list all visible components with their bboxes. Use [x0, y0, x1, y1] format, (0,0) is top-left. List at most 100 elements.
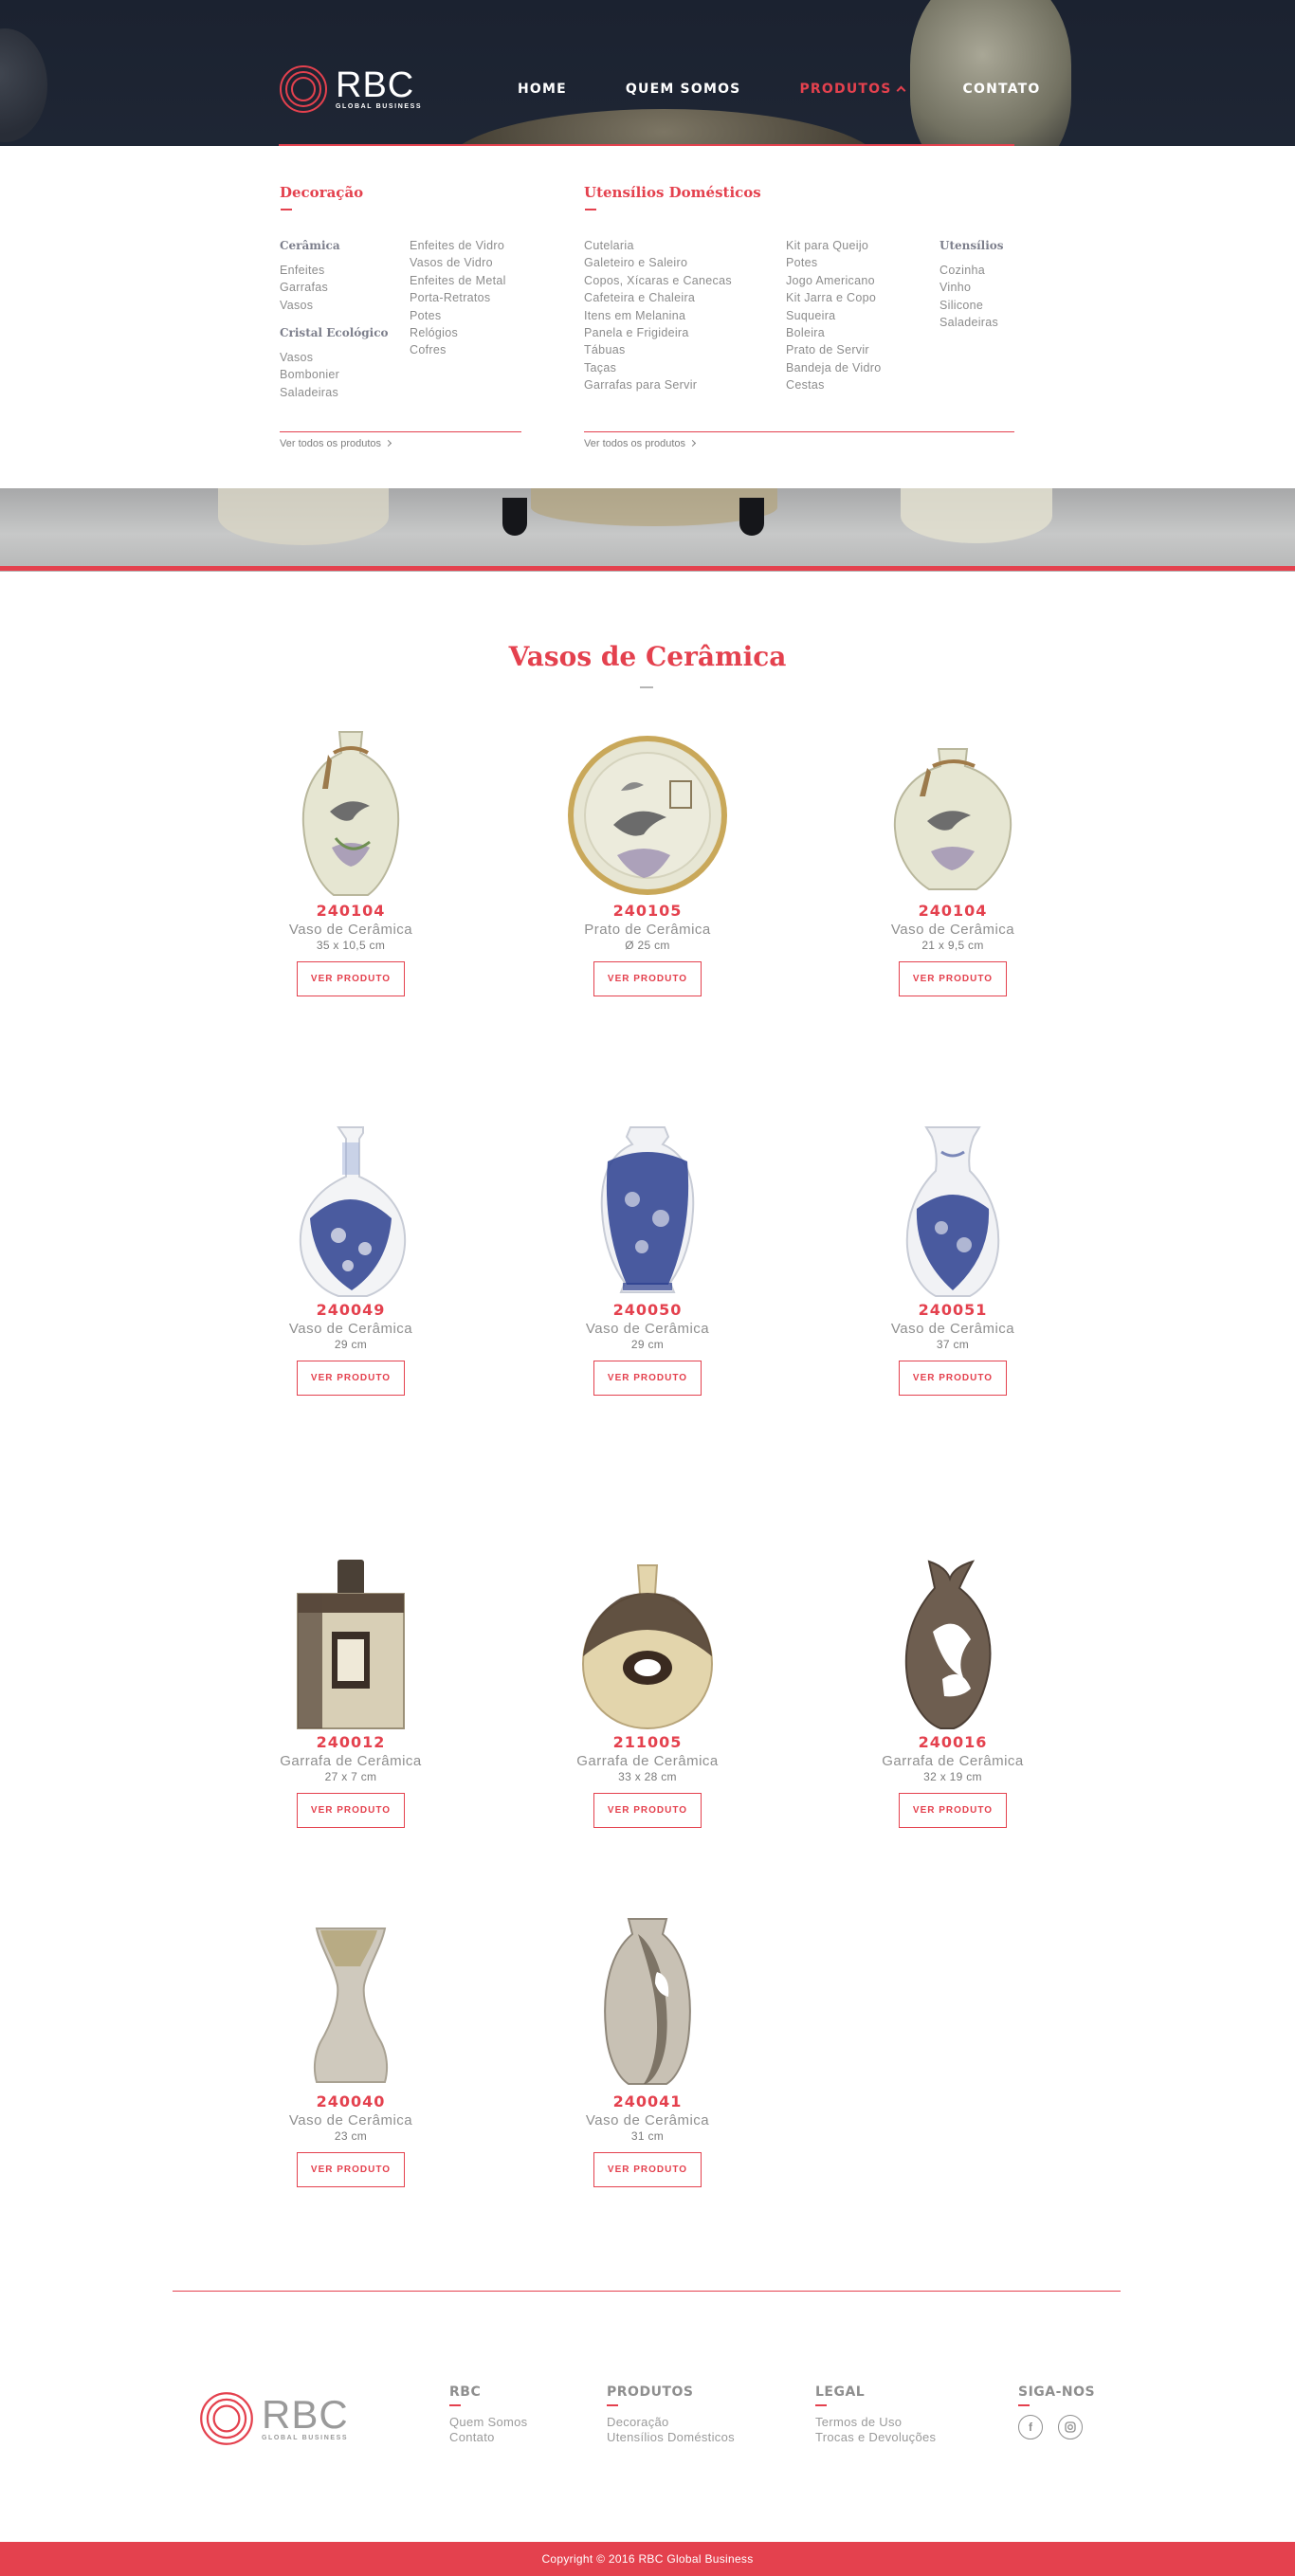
- footer-link-quem-somos[interactable]: Quem Somos: [449, 2415, 527, 2430]
- menu-item[interactable]: Cofres: [410, 341, 506, 358]
- menu-subheading-ceramica[interactable]: Cerâmica: [280, 239, 340, 252]
- menu-item[interactable]: Cafeteira e Chaleira: [584, 289, 732, 306]
- product-size: 32 x 19 cm: [923, 1770, 982, 1783]
- nav-home[interactable]: HOME: [518, 82, 567, 97]
- menu-item[interactable]: Garrafas para Servir: [584, 376, 732, 393]
- nav-produtos[interactable]: PRODUTOS: [799, 82, 905, 97]
- site-logo[interactable]: RBC GLOBAL BUSINESS: [279, 64, 422, 114]
- menu-heading-decoracao[interactable]: Decoração: [280, 184, 363, 201]
- menu-item[interactable]: Prato de Servir: [786, 341, 881, 358]
- product-image[interactable]: [830, 1120, 1076, 1300]
- menu-item[interactable]: Cozinha: [939, 262, 998, 279]
- menu-item[interactable]: Relógios: [410, 324, 506, 341]
- menu-item[interactable]: Copos, Xícaras e Canecas: [584, 272, 732, 289]
- instagram-icon[interactable]: [1058, 2415, 1083, 2439]
- product-image[interactable]: [228, 1911, 474, 2092]
- menu-item[interactable]: Enfeites: [280, 262, 328, 279]
- menu-item[interactable]: Saladeiras: [939, 314, 998, 331]
- menu-item[interactable]: Vasos: [280, 349, 339, 366]
- menu-subheading-utensilios[interactable]: Utensílios: [939, 239, 1004, 252]
- menu-item[interactable]: Panela e Frigideira: [584, 324, 732, 341]
- ver-produto-button[interactable]: VER PRODUTO: [899, 961, 1007, 996]
- menu-item[interactable]: Vasos: [280, 297, 328, 314]
- product-size: 21 x 9,5 cm: [921, 939, 984, 952]
- product-image[interactable]: [524, 1120, 771, 1300]
- product-image[interactable]: [830, 1552, 1076, 1732]
- menu-item[interactable]: Vasos de Vidro: [410, 254, 506, 271]
- footer-link-trocas[interactable]: Trocas e Devoluções: [815, 2430, 936, 2445]
- footer-logo-name: RBC: [262, 2392, 349, 2437]
- menu-item[interactable]: Jogo Americano: [786, 272, 881, 289]
- footer-link-decoracao[interactable]: Decoração: [607, 2415, 735, 2430]
- menu-item[interactable]: Galeteiro e Saleiro: [584, 254, 732, 271]
- nav-contato[interactable]: CONTATO: [963, 82, 1041, 97]
- see-all-decoracao-link[interactable]: Ver todos os produtos: [280, 438, 392, 449]
- menu-item[interactable]: Porta-Retratos: [410, 289, 506, 306]
- menu-item[interactable]: Cestas: [786, 376, 881, 393]
- menu-item[interactable]: Bombonier: [280, 366, 339, 383]
- product-name: Vaso de Cerâmica: [585, 1321, 710, 1337]
- menu-item[interactable]: Bandeja de Vidro: [786, 359, 881, 376]
- footer-heading: LEGAL: [815, 2384, 866, 2400]
- ver-produto-button[interactable]: VER PRODUTO: [297, 1361, 405, 1396]
- product-card: 240104 Vaso de Cerâmica 21 x 9,5 cm VER …: [830, 721, 1076, 996]
- menu-item[interactable]: Vinho: [939, 279, 998, 296]
- product-size: Ø 25 cm: [625, 939, 670, 952]
- menu-item[interactable]: Itens em Melanina: [584, 307, 732, 324]
- product-image[interactable]: [830, 721, 1076, 901]
- product-image[interactable]: [228, 1552, 474, 1732]
- menu-heading-utensilios[interactable]: Utensílios Domésticos: [584, 184, 761, 201]
- product-image[interactable]: [228, 1120, 474, 1300]
- bird-vase-icon: [893, 748, 1012, 890]
- ver-produto-button[interactable]: VER PRODUTO: [593, 2152, 702, 2187]
- product-code: 240041: [612, 2092, 683, 2110]
- ver-produto-button[interactable]: VER PRODUTO: [297, 2152, 405, 2187]
- menu-item[interactable]: Potes: [786, 254, 881, 271]
- menu-item[interactable]: Enfeites de Metal: [410, 272, 506, 289]
- footer-logo[interactable]: RBC GLOBAL BUSINESS: [199, 2391, 349, 2446]
- menu-item[interactable]: Potes: [410, 307, 506, 324]
- facebook-icon[interactable]: f: [1018, 2415, 1043, 2439]
- bird-vase-icon: [301, 731, 400, 896]
- menu-item[interactable]: Saladeiras: [280, 384, 339, 401]
- ver-produto-button[interactable]: VER PRODUTO: [297, 1793, 405, 1828]
- product-code: 211005: [612, 1733, 683, 1751]
- menu-item[interactable]: Cutelaria: [584, 237, 732, 254]
- product-image[interactable]: [524, 1911, 771, 2092]
- product-image[interactable]: [524, 1552, 771, 1732]
- menu-subheading-cristal[interactable]: Cristal Ecológico: [280, 326, 389, 339]
- footer-link-utensilios[interactable]: Utensílios Domésticos: [607, 2430, 735, 2445]
- menu-item[interactable]: Kit Jarra e Copo: [786, 289, 881, 306]
- product-code: 240105: [612, 902, 683, 920]
- menu-item[interactable]: Boleira: [786, 324, 881, 341]
- menu-item[interactable]: Garrafas: [280, 279, 328, 296]
- ver-produto-button[interactable]: VER PRODUTO: [593, 1793, 702, 1828]
- menu-item[interactable]: Silicone: [939, 297, 998, 314]
- footer-link-contato[interactable]: Contato: [449, 2430, 527, 2445]
- product-card: 240105 Prato de Cerâmica Ø 25 cm VER PRO…: [524, 721, 771, 996]
- section-title: Vasos de Cerâmica: [508, 641, 787, 672]
- ver-produto-button[interactable]: VER PRODUTO: [297, 961, 405, 996]
- menu-item[interactable]: Enfeites de Vidro: [410, 237, 506, 254]
- product-image[interactable]: [228, 721, 474, 901]
- product-code: 240016: [918, 1733, 988, 1751]
- social-links: f: [1018, 2415, 1098, 2439]
- product-size: 37 cm: [936, 1338, 970, 1351]
- footer-link-termos[interactable]: Termos de Uso: [815, 2415, 936, 2430]
- menu-item[interactable]: Suqueira: [786, 307, 881, 324]
- product-name: Vaso de Cerâmica: [890, 1321, 1015, 1337]
- see-all-utensilios-link[interactable]: Ver todos os produtos: [584, 438, 697, 449]
- product-code: 240104: [316, 902, 386, 920]
- menu-item[interactable]: Tábuas: [584, 341, 732, 358]
- footer-col-social: SIGA-NOS f: [1018, 2384, 1098, 2439]
- ver-produto-button[interactable]: VER PRODUTO: [593, 1361, 702, 1396]
- menu-item[interactable]: Kit para Queijo: [786, 237, 881, 254]
- ver-produto-button[interactable]: VER PRODUTO: [899, 1793, 1007, 1828]
- chevron-right-icon: [384, 439, 392, 448]
- product-image[interactable]: [524, 721, 771, 901]
- ver-produto-button[interactable]: VER PRODUTO: [593, 961, 702, 996]
- menu-item[interactable]: Taças: [584, 359, 732, 376]
- menu-list-ceramica: Enfeites Garrafas Vasos: [280, 262, 328, 314]
- ver-produto-button[interactable]: VER PRODUTO: [899, 1361, 1007, 1396]
- nav-quem-somos[interactable]: QUEM SOMOS: [626, 82, 741, 97]
